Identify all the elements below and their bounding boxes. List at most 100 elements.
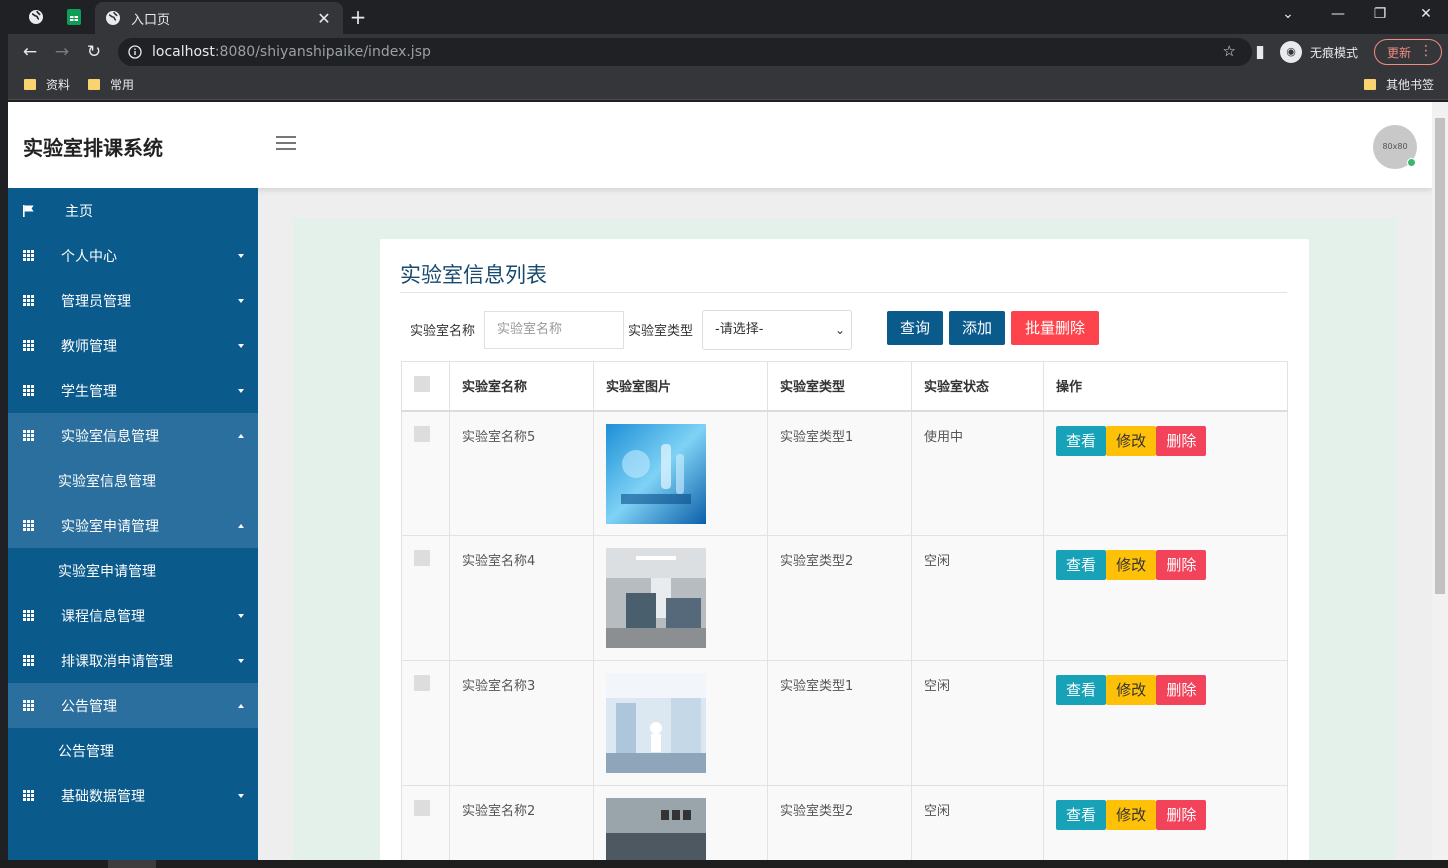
new-tab-button[interactable]: + [346, 6, 370, 30]
sidebar-item-lab-info[interactable]: 实验室信息管理 [8, 413, 258, 458]
sidebar-subitem-label: 公告管理 [58, 743, 114, 760]
lab-image[interactable] [606, 798, 706, 860]
view-button[interactable]: 查看 [1056, 800, 1107, 830]
column-header[interactable]: 实验室状态 [911, 361, 1044, 412]
update-button[interactable]: 更新 ⋮ [1374, 39, 1442, 65]
caret-up-icon [238, 703, 244, 708]
page: 实验室排课系统 80x80 主页 个人中心 管理员管理 教师管理 学生管理 实验… [8, 102, 1432, 860]
lab-status-cell: 使用中 [911, 410, 1044, 536]
sidebar-item-profile[interactable]: 个人中心 [8, 233, 258, 278]
lab-image[interactable] [606, 673, 706, 773]
close-window-button[interactable]: ✕ [1416, 6, 1436, 22]
sidebar-item-courses[interactable]: 课程信息管理 [8, 593, 258, 638]
edit-button[interactable]: 修改 [1106, 550, 1157, 580]
scrollbar-thumb[interactable] [1435, 118, 1445, 594]
lab-type-cell: 实验室类型2 [767, 785, 912, 860]
caret-up-icon [238, 433, 244, 438]
table-row: 实验室名称4 实验室类型2 空闲 查看 修改 删除 [401, 535, 1288, 661]
sidebar-item-base-data[interactable]: 基础数据管理 [8, 773, 258, 818]
lab-name-cell: 实验室名称4 [449, 535, 594, 661]
update-label: 更新 [1387, 45, 1412, 60]
row-checkbox[interactable] [414, 425, 430, 442]
lab-type-cell: 实验室类型2 [767, 535, 912, 661]
row-checkbox[interactable] [414, 675, 430, 691]
delete-button[interactable]: 删除 [1156, 550, 1207, 580]
column-header[interactable]: 实验室名称 [449, 361, 594, 412]
lab-type-cell: 实验室类型1 [767, 660, 912, 786]
grid-icon [23, 789, 35, 802]
bookmark-folder-2[interactable]: 常用 [88, 76, 134, 93]
lab-name-input[interactable]: 实验室名称 [484, 311, 624, 349]
sidebar-item-admins[interactable]: 管理员管理 [8, 278, 258, 323]
table-row: 实验室名称3 实验室类型1 空闲 查看 修改 删除 [401, 660, 1288, 786]
caret-down-icon [238, 613, 244, 618]
row-checkbox[interactable] [414, 550, 430, 566]
view-button[interactable]: 查看 [1056, 425, 1107, 456]
lab-image[interactable] [606, 423, 706, 524]
sidebar-item-lab-apply[interactable]: 实验室申请管理 [8, 503, 258, 548]
sidebar-subitem-label: 实验室信息管理 [58, 473, 156, 490]
add-button[interactable]: 添加 [949, 311, 1005, 345]
lab-image[interactable] [606, 548, 706, 648]
tab-sheets[interactable] [56, 4, 92, 30]
incognito-indicator[interactable]: ◉ 无痕模式 [1280, 38, 1358, 66]
view-button[interactable]: 查看 [1056, 550, 1107, 580]
tab-globe[interactable] [18, 4, 54, 30]
row-checkbox[interactable] [414, 800, 430, 816]
sidebar: 主页 个人中心 管理员管理 教师管理 学生管理 实验室信息管理 实验室信息管理 … [8, 188, 258, 860]
side-panel-icon[interactable]: ▮ [1248, 40, 1272, 64]
sidebar-item-teachers[interactable]: 教师管理 [8, 323, 258, 368]
sidebar-item-label: 个人中心 [61, 248, 117, 265]
select-all-checkbox[interactable] [414, 375, 430, 392]
bookmark-star-icon[interactable]: ☆ [1223, 42, 1236, 60]
url-host: localhost [152, 44, 215, 60]
lab-image-cell [593, 410, 768, 536]
info-icon[interactable] [128, 45, 142, 59]
table-header-row: 实验室名称 实验室图片 实验室类型 实验室状态 操作 [401, 361, 1288, 412]
edit-button[interactable]: 修改 [1106, 425, 1157, 456]
sidebar-item-home[interactable]: 主页 [8, 188, 258, 233]
restore-button[interactable]: ❐ [1370, 6, 1390, 22]
tab-active[interactable]: 入口页 ✕ [95, 2, 343, 34]
divider [400, 292, 1287, 293]
sidebar-subitem-lab-info[interactable]: 实验室信息管理 [8, 458, 258, 503]
view-button[interactable]: 查看 [1056, 675, 1107, 705]
sidebar-subitem-lab-apply[interactable]: 实验室申请管理 [8, 548, 258, 593]
sidebar-item-notices[interactable]: 公告管理 [8, 683, 258, 728]
edit-button[interactable]: 修改 [1106, 675, 1157, 705]
column-header[interactable]: 实验室类型 [767, 361, 912, 412]
lab-type-select[interactable]: -请选择- ⌄ [702, 310, 852, 350]
actions-cell: 查看 修改 删除 [1043, 785, 1288, 860]
reload-icon[interactable]: ↻ [82, 40, 106, 64]
grid-icon [23, 654, 35, 667]
grid-icon [23, 294, 35, 307]
grid-icon [23, 699, 35, 712]
taskbar-item[interactable] [108, 860, 156, 868]
close-tab-icon[interactable]: ✕ [315, 9, 333, 28]
bookmark-folder-1[interactable]: 资料 [24, 76, 70, 93]
page-scrollbar[interactable] [1432, 102, 1448, 860]
delete-button[interactable]: 删除 [1156, 800, 1207, 830]
forward-arrow-icon[interactable]: → [50, 40, 74, 64]
incognito-label: 无痕模式 [1310, 45, 1359, 60]
more-menu-icon[interactable]: ⋮ [1419, 43, 1433, 59]
sidebar-item-cancel-requests[interactable]: 排课取消申请管理 [8, 638, 258, 683]
edit-button[interactable]: 修改 [1106, 800, 1157, 830]
minimize-button[interactable]: — [1328, 6, 1348, 22]
delete-button[interactable]: 删除 [1156, 425, 1207, 456]
spreadsheet-icon [67, 9, 81, 25]
batch-delete-button[interactable]: 批量删除 [1011, 311, 1099, 345]
other-bookmarks[interactable]: 其他书签 [1364, 76, 1434, 93]
caret-up-icon [238, 523, 244, 528]
sidebar-subitem-notices[interactable]: 公告管理 [8, 728, 258, 773]
back-arrow-icon[interactable]: ← [18, 40, 42, 64]
sidebar-item-label: 排课取消申请管理 [61, 653, 173, 670]
query-button[interactable]: 查询 [887, 311, 943, 345]
address-bar[interactable]: localhost:8080/shiyanshipaike/index.jsp … [118, 38, 1252, 66]
sidebar-item-label: 管理员管理 [61, 293, 131, 310]
menu-toggle-icon[interactable] [276, 136, 296, 152]
sidebar-item-students[interactable]: 学生管理 [8, 368, 258, 413]
delete-button[interactable]: 删除 [1156, 675, 1207, 705]
column-header: 操作 [1043, 361, 1288, 412]
tab-search-icon[interactable]: ⌄ [1278, 6, 1298, 22]
